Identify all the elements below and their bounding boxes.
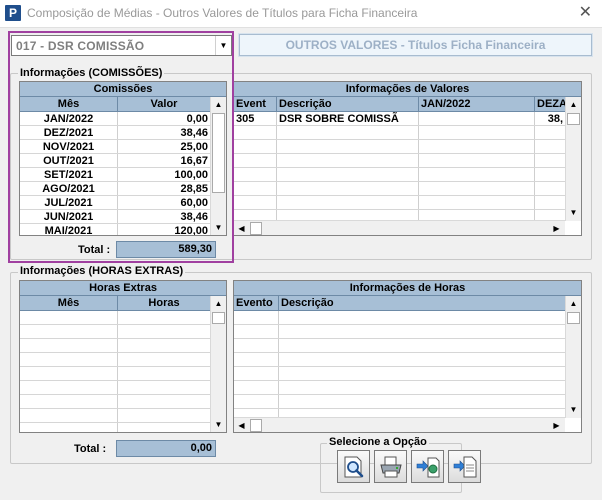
table-row[interactable] (20, 311, 210, 325)
column-header-event[interactable]: Event (234, 97, 277, 112)
scroll-down-icon[interactable]: ▼ (211, 417, 226, 432)
table-row[interactable] (20, 409, 210, 423)
scroll-up-icon[interactable]: ▲ (566, 296, 581, 311)
scroll-thumb[interactable] (567, 113, 580, 125)
title-bar: P Composição de Médias - Outros Valores … (0, 0, 602, 28)
table-row[interactable]: 305 DSR SOBRE COMISSÃ 38, (234, 112, 565, 126)
horas-total-value: 0,00 (116, 440, 216, 457)
valores-grid-caption: Informações de Valores (234, 82, 581, 97)
horas-extras-grid[interactable]: Horas Extras Mês Horas ▲ ▼ (19, 280, 227, 433)
cell-jan-2022 (419, 112, 534, 126)
horas-total-label: Total : (74, 443, 107, 455)
column-header-horas[interactable]: Horas (118, 296, 210, 311)
export-button[interactable] (411, 450, 444, 483)
table-row[interactable] (234, 126, 565, 140)
horas-extras-vscrollbar[interactable]: ▲ ▼ (210, 296, 226, 432)
table-row[interactable] (234, 182, 565, 196)
preview-button[interactable] (337, 450, 370, 483)
magnifier-document-icon (344, 456, 364, 478)
printer-icon (380, 456, 402, 478)
scroll-right-icon[interactable]: ▶ (549, 221, 564, 235)
table-row[interactable] (234, 325, 565, 339)
cell-event: 305 (236, 113, 255, 125)
horas-grid-caption: Informações de Horas (234, 281, 581, 296)
table-row[interactable] (234, 353, 565, 367)
table-row[interactable] (234, 367, 565, 381)
scroll-down-icon[interactable]: ▼ (566, 205, 581, 220)
export-globe-icon (416, 457, 440, 478)
horas-vscrollbar[interactable]: ▲ ▼ (565, 296, 581, 418)
options-group-label: Selecione a Opção (327, 436, 429, 448)
window-title: Composição de Médias - Outros Valores de… (27, 6, 418, 20)
valores-vscrollbar[interactable]: ▲ ▼ (565, 97, 581, 221)
table-row[interactable] (234, 339, 565, 353)
horas-grid-header: Evento Descrição (234, 296, 581, 311)
table-row[interactable] (20, 381, 210, 395)
close-icon[interactable]: ✕ (579, 3, 592, 23)
table-row[interactable] (20, 395, 210, 409)
scroll-left-icon[interactable]: ◀ (234, 221, 249, 235)
column-header-evento[interactable]: Evento (234, 296, 279, 311)
table-row[interactable] (20, 325, 210, 339)
table-row[interactable] (234, 154, 565, 168)
header-banner: OUTROS VALORES - Títulos Ficha Financeir… (238, 33, 593, 57)
column-header-mes[interactable]: Mês (20, 296, 118, 311)
scroll-thumb[interactable] (567, 312, 580, 324)
valores-hscrollbar[interactable]: ◀ ▶ (234, 220, 565, 235)
table-row[interactable] (20, 367, 210, 381)
scroll-right-icon[interactable]: ▶ (549, 418, 564, 432)
horas-extras-grid-caption: Horas Extras (20, 281, 226, 296)
horas-extras-grid-header: Mês Horas (20, 296, 226, 311)
scroll-down-icon[interactable]: ▼ (566, 402, 581, 417)
cell-descricao: DSR SOBRE COMISSÃ (279, 113, 399, 125)
table-row[interactable] (20, 339, 210, 353)
table-row[interactable] (234, 168, 565, 182)
horas-grid[interactable]: Informações de Horas Evento Descrição ▲ … (233, 280, 582, 433)
horas-group-label: Informações (HORAS EXTRAS) (18, 265, 186, 277)
scroll-up-icon[interactable]: ▲ (211, 296, 226, 311)
table-row[interactable] (234, 140, 565, 154)
table-row[interactable] (234, 395, 565, 409)
horas-hscrollbar[interactable]: ◀ ▶ (234, 417, 565, 432)
scroll-up-icon[interactable]: ▲ (566, 97, 581, 112)
export-document-button[interactable] (448, 450, 481, 483)
export-document-icon (453, 456, 477, 478)
column-header-descricao[interactable]: Descrição (277, 97, 419, 112)
column-header-jan-2022[interactable]: JAN/2022 (419, 97, 535, 112)
app-icon: P (5, 5, 21, 21)
column-header-descricao[interactable]: Descrição (279, 296, 565, 311)
table-row[interactable] (234, 311, 565, 325)
table-row[interactable] (234, 196, 565, 210)
print-button[interactable] (374, 450, 407, 483)
scroll-thumb[interactable] (212, 312, 225, 324)
table-row[interactable] (20, 353, 210, 367)
scroll-thumb[interactable] (250, 222, 262, 235)
valores-grid[interactable]: Informações de Valores Event Descrição J… (233, 81, 582, 236)
table-row[interactable] (234, 381, 565, 395)
scroll-thumb[interactable] (250, 419, 262, 432)
cell-dez: 38, (547, 113, 563, 125)
column-header-dez[interactable]: DEZA (535, 97, 565, 112)
scroll-left-icon[interactable]: ◀ (234, 418, 249, 432)
valores-grid-header: Event Descrição JAN/2022 DEZA (234, 97, 581, 112)
highlight-frame (8, 31, 234, 263)
